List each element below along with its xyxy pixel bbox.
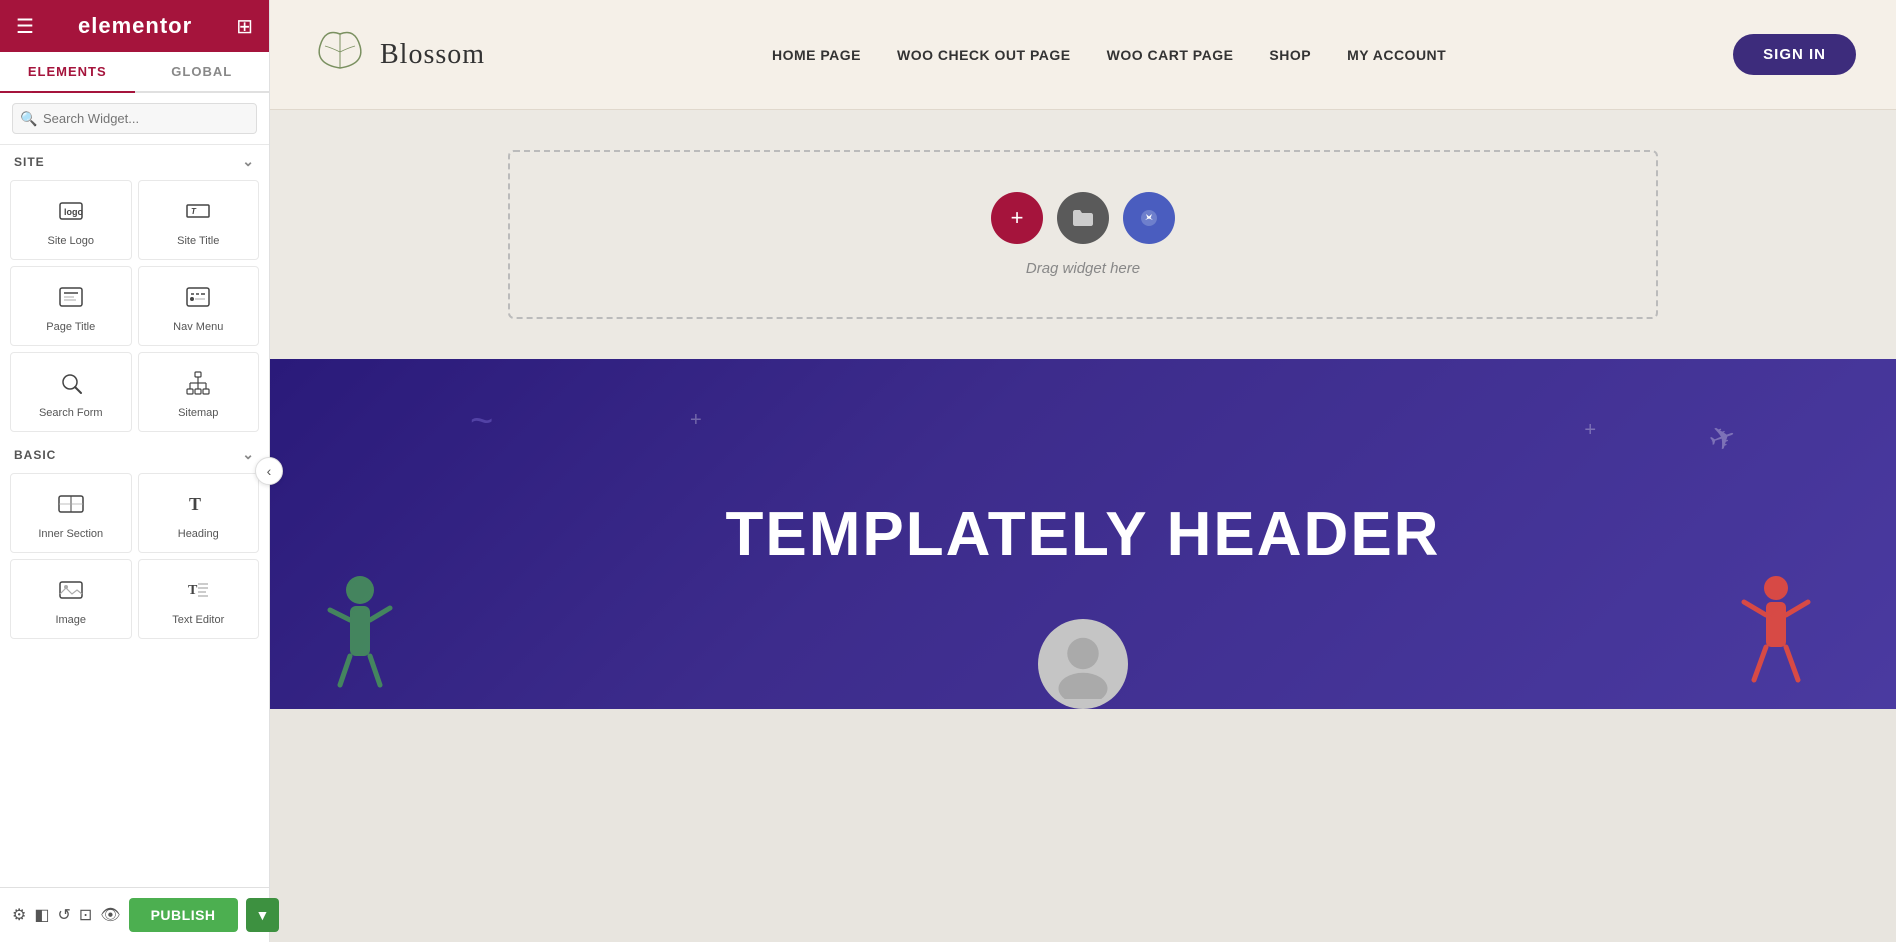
settings-icon[interactable]: ⚙ [12, 900, 26, 930]
preview-icon[interactable]: 👁 [100, 900, 120, 930]
nav-my-account[interactable]: MY ACCOUNT [1347, 47, 1446, 63]
site-logo-label: Site Logo [48, 235, 94, 247]
sidebar: ☰ elementor ⊞ ELEMENTS GLOBAL 🔍 SITE ⌄ [0, 0, 270, 942]
basic-section-header[interactable]: BASIC ⌄ [0, 438, 269, 467]
paper-plane-icon: ✈ [1703, 416, 1741, 461]
promo-figure-right [1736, 570, 1816, 709]
sidebar-tabs: ELEMENTS GLOBAL [0, 52, 269, 93]
nav-menu-label: Nav Menu [173, 321, 223, 333]
promo-title: TEMPLATELY HEADER [726, 499, 1441, 570]
svg-text:T: T [189, 494, 201, 514]
template-button[interactable] [1123, 192, 1175, 244]
search-icon: 🔍 [20, 110, 37, 127]
page-title-icon [57, 283, 85, 315]
promo-figure-left [320, 570, 400, 709]
sidebar-bottom-toolbar: ⚙ ◧ ↺ ⊡ 👁 PUBLISH ▼ [0, 887, 269, 942]
nav-home[interactable]: HOME PAGE [772, 47, 861, 63]
site-section-label: SITE [14, 155, 45, 169]
elementor-logo: elementor [78, 13, 192, 39]
inner-section-label: Inner Section [38, 528, 103, 540]
site-widgets-grid: logo Site Logo T Site Title [0, 174, 269, 438]
search-form-icon [57, 369, 85, 401]
publish-button[interactable]: PUBLISH [129, 898, 238, 932]
tab-elements[interactable]: ELEMENTS [0, 52, 135, 93]
widget-heading[interactable]: T Heading [138, 473, 260, 553]
site-section-header[interactable]: SITE ⌄ [0, 145, 269, 174]
main-content: Blossom HOME PAGE WOO CHECK OUT PAGE WOO… [270, 0, 1896, 942]
sign-in-button[interactable]: SIGN IN [1733, 34, 1856, 75]
basic-chevron-icon: ⌄ [242, 446, 255, 463]
preview-area: Blossom HOME PAGE WOO CHECK OUT PAGE WOO… [270, 0, 1896, 942]
widget-site-logo[interactable]: logo Site Logo [10, 180, 132, 260]
site-title-icon: T [184, 197, 212, 229]
drop-zone-area: + Drag widget he [270, 110, 1896, 359]
sitemap-icon [184, 369, 212, 401]
grid-icon[interactable]: ⊞ [236, 14, 253, 39]
layers-icon[interactable]: ◧ [34, 900, 49, 930]
sidebar-collapse-button[interactable]: ‹ [255, 457, 283, 485]
folder-button[interactable] [1057, 192, 1109, 244]
widget-page-title[interactable]: Page Title [10, 266, 132, 346]
search-input[interactable] [12, 103, 257, 134]
widget-image[interactable]: Image [10, 559, 132, 639]
site-menu: HOME PAGE WOO CHECK OUT PAGE WOO CART PA… [772, 47, 1446, 63]
promo-avatar [1038, 619, 1128, 709]
plus-deco-1: + [690, 409, 702, 432]
basic-section-label: BASIC [14, 448, 56, 462]
svg-text:T: T [188, 583, 198, 598]
promo-swirl-deco: ~ [470, 399, 493, 444]
site-chevron-icon: ⌄ [242, 153, 255, 170]
image-label: Image [55, 614, 86, 626]
nav-menu-icon [184, 283, 212, 315]
text-editor-label: Text Editor [172, 614, 224, 626]
widget-site-title[interactable]: T Site Title [138, 180, 260, 260]
history-icon[interactable]: ↺ [57, 900, 70, 930]
sitemap-label: Sitemap [178, 407, 218, 419]
widget-text-editor[interactable]: T Text Editor [138, 559, 260, 639]
tab-global[interactable]: GLOBAL [135, 52, 270, 91]
site-navigation: Blossom HOME PAGE WOO CHECK OUT PAGE WOO… [270, 0, 1896, 110]
publish-arrow-button[interactable]: ▼ [246, 898, 280, 932]
promo-section: ~ ✈ + + TEMPLATELY HEADER [270, 359, 1896, 709]
widget-inner-section[interactable]: Inner Section [10, 473, 132, 553]
page-title-label: Page Title [46, 321, 95, 333]
widget-search-form[interactable]: Search Form [10, 352, 132, 432]
site-logo-icon: logo [57, 197, 85, 229]
plus-deco-2: + [1584, 419, 1596, 442]
nav-shop[interactable]: SHOP [1269, 47, 1311, 63]
heading-label: Heading [178, 528, 219, 540]
nav-woo-checkout[interactable]: WOO CHECK OUT PAGE [897, 47, 1071, 63]
image-icon [57, 576, 85, 608]
widget-nav-menu[interactable]: Nav Menu [138, 266, 260, 346]
nav-woo-cart[interactable]: WOO CART PAGE [1107, 47, 1234, 63]
site-logo-area: Blossom [310, 26, 485, 84]
inner-section-icon [57, 490, 85, 522]
sidebar-header: ☰ elementor ⊞ [0, 0, 269, 52]
basic-widgets-grid: Inner Section T Heading [0, 467, 269, 645]
text-editor-icon: T [184, 576, 212, 608]
responsive-icon[interactable]: ⊡ [79, 900, 92, 930]
heading-icon: T [184, 490, 212, 522]
svg-text:logo: logo [64, 207, 83, 217]
logo-brand-text: Blossom [380, 39, 485, 71]
drop-zone-icons: + [991, 192, 1175, 244]
add-element-button[interactable]: + [991, 192, 1043, 244]
logo-leaf-icon [310, 26, 370, 84]
menu-icon[interactable]: ☰ [16, 14, 34, 39]
widget-sitemap[interactable]: Sitemap [138, 352, 260, 432]
svg-text:T: T [191, 207, 197, 216]
search-bar-container: 🔍 [0, 93, 269, 145]
site-title-label: Site Title [177, 235, 219, 247]
drop-zone[interactable]: + Drag widget he [508, 150, 1658, 319]
search-form-label: Search Form [39, 407, 103, 419]
drop-zone-text: Drag widget here [1026, 260, 1140, 277]
